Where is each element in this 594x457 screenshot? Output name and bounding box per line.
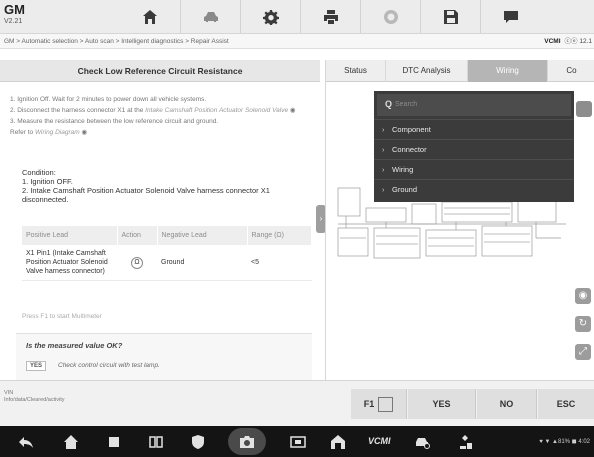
recents-icon[interactable] [106, 434, 122, 450]
ohm-meter-icon[interactable]: Ω [131, 256, 143, 269]
back-icon[interactable] [18, 434, 34, 450]
wiring-ref: Refer to Wiring Diagram ◉ [10, 129, 88, 136]
step-3: 3. Measure the resistance between the lo… [10, 118, 219, 125]
settings-button[interactable] [240, 0, 300, 33]
chevron-right-icon: › [382, 125, 385, 134]
procedure-panel: Check Low Reference Circuit Resistance 1… [0, 60, 320, 380]
brand: GM V2.21 [4, 3, 25, 27]
wiring-diagram-link[interactable]: Wiring Diagram [35, 129, 80, 136]
tab-dtc-analysis[interactable]: DTC Analysis [386, 60, 468, 82]
f1-button[interactable]: F1 [351, 389, 407, 419]
vehicle-button[interactable] [180, 0, 240, 33]
split-screen-icon[interactable] [148, 434, 164, 450]
home-button[interactable] [120, 0, 180, 33]
top-toolbar: GM V2.21 [0, 0, 594, 34]
home-garage-icon[interactable] [330, 434, 346, 450]
condition-line-1: 1. Ignition OFF. [22, 177, 73, 186]
screen-mirror-icon[interactable] [290, 434, 306, 450]
press-hint: Press F1 to start Multimeter [22, 313, 102, 320]
system-nav-bar: VCMI ♥ ▼ ▲81% ◼ 4:02 [0, 426, 594, 457]
vcmi-icon[interactable]: VCMI [368, 436, 391, 446]
search-input[interactable]: Q Search [377, 94, 571, 116]
tab-co[interactable]: Co [548, 60, 594, 82]
menu-toggle-button[interactable] [576, 101, 592, 117]
table-header: Action [117, 226, 158, 245]
menu-item-connector[interactable]: › Connector [374, 139, 574, 159]
save-icon [443, 9, 458, 24]
fullscreen-icon[interactable]: ⤢ [575, 344, 591, 360]
menu-item-ground[interactable]: › Ground [374, 179, 574, 199]
eye-icon[interactable]: ◉ [575, 288, 591, 304]
record-button[interactable] [360, 0, 420, 33]
vin-indicator: VCMI ⓒⓔ 12.1 [544, 34, 594, 49]
question-box: Is the measured value OK? YES Check cont… [16, 333, 312, 380]
yes-answer-text: Check control circuit with test lamp. [58, 362, 160, 369]
component-link[interactable]: Intake Camshaft Position Actuator Soleno… [145, 107, 288, 114]
refresh-icon[interactable]: ↻ [575, 316, 591, 332]
chat-icon [503, 10, 518, 23]
tab-status[interactable]: Status [326, 60, 386, 82]
brand-name: GM [4, 2, 25, 17]
range-cell: <5 [247, 245, 312, 281]
screenshot-button[interactable] [228, 428, 266, 455]
print-button[interactable] [300, 0, 360, 33]
esc-button[interactable]: ESC [538, 389, 594, 419]
step-2: 2. Disconnect the harness connector X1 a… [10, 107, 296, 114]
app-version: V2.21 [4, 18, 23, 25]
procedure-steps: 1. Ignition Off. Wait for 2 minutes to p… [10, 94, 310, 138]
printer-icon [323, 9, 338, 24]
save-button[interactable] [420, 0, 480, 33]
search-placeholder: Search [395, 101, 418, 108]
wiring-panel: Status DTC Analysis Wiring Co Q Search ›… [325, 60, 594, 380]
question-text: Is the measured value OK? [26, 341, 123, 350]
measurement-table: Positive Lead Action Negative Lead Range… [22, 226, 312, 281]
step-1: 1. Ignition Off. Wait for 2 minutes to p… [10, 96, 207, 103]
positive-lead-cell: X1 Pin1 (Intake Camshaft Position Actuat… [22, 245, 117, 281]
breadcrumb: GM > Automatic selection > Auto scan > I… [0, 34, 594, 49]
yes-tag: YES [26, 361, 47, 371]
gear-icon [262, 9, 279, 25]
condition-block: Condition: 1. Ignition OFF. 2. Intake Ca… [22, 168, 312, 204]
page-title: Check Low Reference Circuit Resistance [0, 60, 320, 82]
table-header: Positive Lead [22, 226, 118, 245]
camera-icon[interactable]: ◉ [290, 107, 296, 114]
multimeter-icon [378, 397, 394, 413]
menu-item-component[interactable]: › Component [374, 119, 574, 139]
home-icon [143, 9, 157, 24]
screen: GM V2.21 GM > Automatic selection > Auto… [0, 0, 594, 457]
camera-icon [240, 436, 254, 448]
vehicle-info: VIN Info/data/Cleared/activity [4, 390, 65, 403]
search-icon: Q [385, 99, 393, 109]
car-icon [203, 11, 218, 22]
menu-item-wiring[interactable]: › Wiring [374, 159, 574, 179]
negative-lead-cell: Ground [157, 245, 247, 281]
chevron-right-icon: › [382, 165, 385, 174]
vcmi-label: VCMI [544, 38, 561, 45]
yes-button[interactable]: YES [408, 389, 476, 419]
condition-label: Condition: [22, 168, 56, 177]
table-header: Negative Lead [157, 226, 248, 245]
car-service-icon[interactable] [414, 434, 430, 450]
tab-bar: Status DTC Analysis Wiring Co [326, 60, 594, 82]
tab-wiring[interactable]: Wiring [468, 60, 548, 82]
no-button[interactable]: NO [477, 389, 537, 419]
shield-icon[interactable] [190, 434, 206, 450]
table-row: X1 Pin1 (Intake Camshaft Position Actuat… [22, 245, 312, 281]
status-indicators: ♥ ▼ ▲81% ◼ 4:02 [539, 439, 590, 445]
chevron-right-icon: › [382, 145, 385, 154]
home-icon[interactable] [63, 434, 79, 450]
vcmi-value: ⓒⓔ 12.1 [564, 38, 592, 45]
condition-line-2: 2. Intake Camshaft Position Actuator Sol… [22, 186, 270, 204]
chat-button[interactable] [480, 0, 540, 33]
camera-icon[interactable]: ◉ [81, 129, 87, 136]
function-bar: VIN Info/data/Cleared/activity F1 YES NO… [0, 380, 594, 426]
record-icon [383, 9, 398, 24]
chevron-right-icon: › [382, 185, 385, 194]
table-header: Range (Ω) [247, 226, 312, 245]
tools-icon[interactable] [458, 434, 474, 450]
wiring-filter-menu: Q Search › Component › Connector › Wiring ›… [374, 91, 574, 202]
